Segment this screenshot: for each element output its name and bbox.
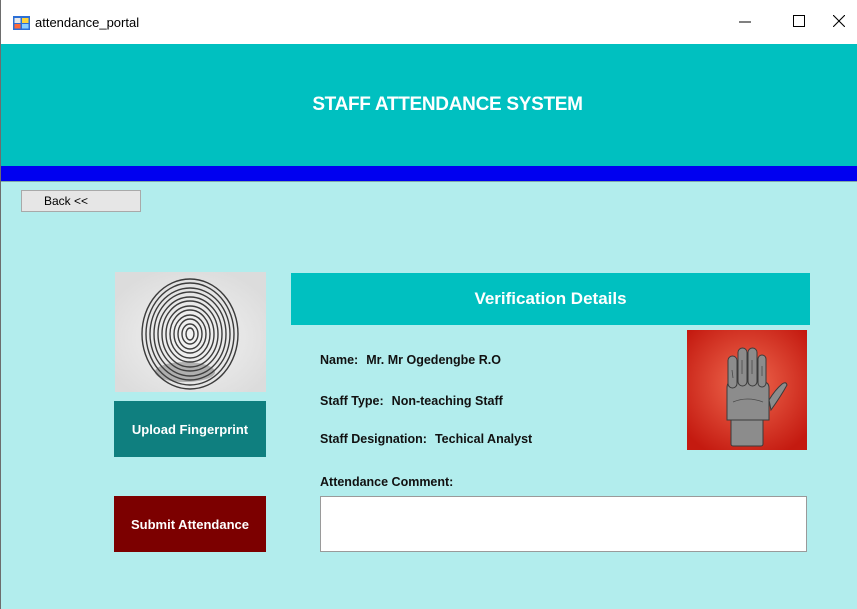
- divider: [1, 181, 857, 182]
- app-icon: [13, 16, 30, 30]
- window-title: attendance_portal: [35, 15, 140, 30]
- staff-type-row: Staff Type: Non-teaching Staff: [320, 394, 503, 408]
- minimize-button[interactable]: [725, 8, 765, 38]
- submit-attendance-button[interactable]: Submit Attendance: [114, 496, 266, 552]
- maximize-button[interactable]: [779, 8, 819, 38]
- designation-label: Staff Designation:: [320, 432, 427, 446]
- page-title: STAFF ATTENDANCE SYSTEM: [312, 94, 583, 115]
- attendance-comment-label: Attendance Comment:: [320, 475, 454, 489]
- name-label: Name:: [320, 353, 359, 367]
- app-window: attendance_portal STAFF ATTENDANCE SYSTE…: [0, 0, 857, 609]
- close-button[interactable]: [832, 8, 857, 38]
- name-value: Mr. Mr Ogedengbe R.O: [366, 353, 501, 367]
- attendance-comment-input[interactable]: [320, 496, 807, 552]
- back-button[interactable]: Back <<: [21, 190, 141, 212]
- hand-scan-image: [687, 330, 807, 450]
- close-icon: [832, 14, 846, 32]
- upload-fingerprint-button[interactable]: Upload Fingerprint: [114, 401, 266, 457]
- maximize-icon: [793, 14, 805, 32]
- verification-details-header: Verification Details: [291, 273, 810, 325]
- minimize-icon: [739, 14, 751, 32]
- fingerprint-image: [115, 272, 266, 392]
- header-accent-strip: [1, 166, 857, 181]
- title-bar: attendance_portal: [1, 0, 857, 44]
- staff-type-label: Staff Type:: [320, 394, 384, 408]
- designation-value: Techical Analyst: [434, 432, 533, 446]
- designation-row: Staff Designation: Techical Analyst: [320, 432, 532, 446]
- staff-type-value: Non-teaching Staff: [391, 394, 503, 408]
- name-row: Name: Mr. Mr Ogedengbe R.O: [320, 353, 501, 367]
